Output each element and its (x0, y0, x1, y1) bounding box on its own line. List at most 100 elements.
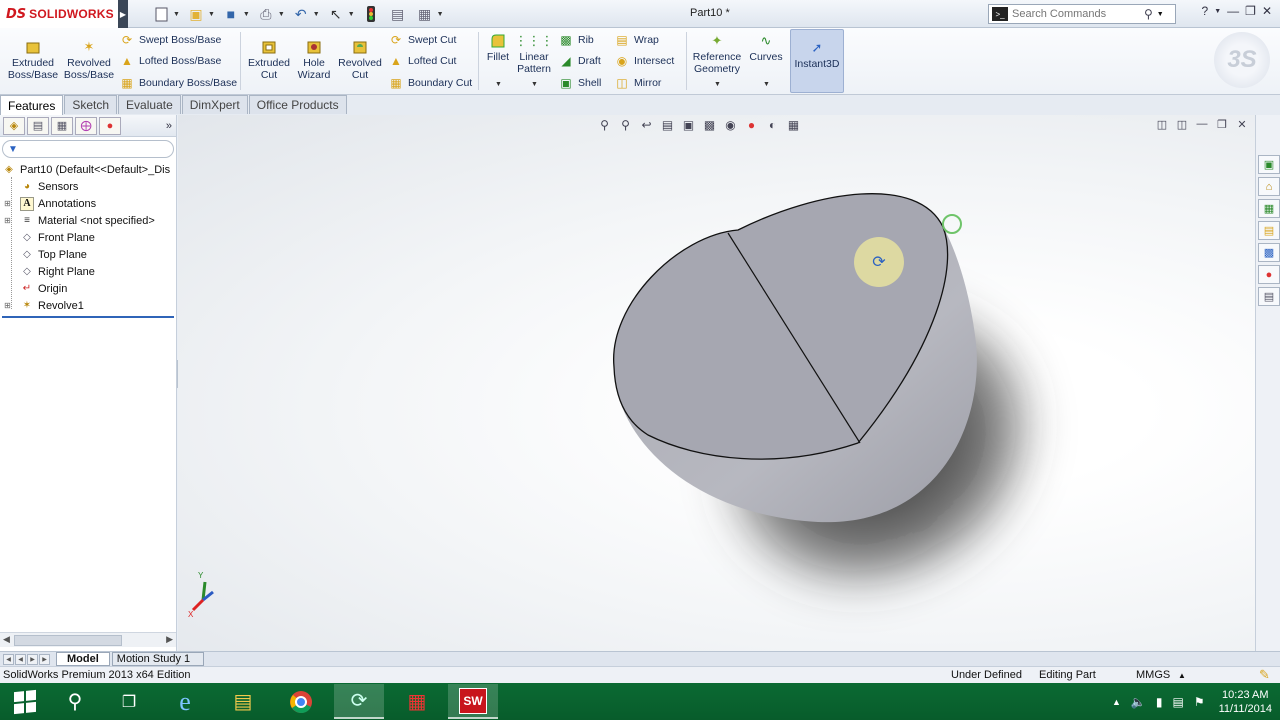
save-caret-icon[interactable]: ▼ (243, 11, 250, 18)
fillet-button[interactable]: Fillet (484, 33, 512, 63)
shell-button[interactable]: ▣ Shell (558, 74, 601, 92)
tree-root-part[interactable]: ◈ Part10 (Default<<Default>_Dis (0, 161, 176, 178)
search-caret-icon[interactable]: ▼ (1157, 11, 1164, 18)
scroll-right-arrow-icon[interactable]: ▶ (166, 634, 173, 645)
open-folder-icon[interactable]: ▣ (185, 4, 207, 24)
search-taskbar-icon[interactable]: ⚲ (50, 684, 100, 719)
chrome-icon[interactable] (276, 684, 326, 719)
curves-caret-icon[interactable]: ▼ (763, 81, 770, 88)
reference-geometry-caret-icon[interactable]: ▼ (714, 81, 721, 88)
action-center-flag-icon[interactable]: ⚑ (1194, 695, 1205, 709)
expand-icon[interactable]: ⊞ (4, 302, 11, 310)
extruded-cut-button[interactable]: Extruded Cut (244, 39, 294, 81)
show-hidden-icons-icon[interactable]: ▲ (1112, 697, 1121, 707)
select-pointer-icon[interactable]: ↖ (325, 4, 347, 24)
print-icon[interactable]: ⎙ (255, 4, 277, 24)
screen-recorder-icon[interactable]: ⟳ (334, 684, 384, 719)
tab-model[interactable]: Model (56, 652, 110, 666)
tree-item-front-plane[interactable]: ◇ Front Plane (0, 229, 176, 246)
graphics-area[interactable]: ⚲ ⚲ ↩ ▤ ▣ ▩ ◉ ● ◐ ▦ ◫ ◫ — ❐ ✕ ⟳ Y X (178, 115, 1255, 651)
minimize-icon[interactable]: — (1227, 4, 1239, 18)
save-icon[interactable]: ■ (220, 4, 242, 24)
first-tab-arrow-icon[interactable]: ◀ (3, 653, 14, 665)
display-manager-tab-icon[interactable]: ● (99, 116, 121, 135)
more-tabs-chevron-icon[interactable]: » (166, 120, 172, 132)
tab-dimxpert[interactable]: DimXpert (181, 95, 248, 114)
prev-tab-arrow-icon[interactable]: ◀ (15, 653, 26, 665)
solidworks-taskbar-icon[interactable]: SW (448, 684, 498, 719)
internet-explorer-icon[interactable]: e (160, 684, 210, 719)
tree-item-material[interactable]: ⊞ ≡ Material <not specified> (0, 212, 176, 229)
curves-button[interactable]: ∿ Curves (746, 33, 786, 63)
hole-wizard-button[interactable]: Hole Wizard (294, 39, 334, 81)
help-caret-icon[interactable]: ▼ (1214, 8, 1221, 15)
boundary-boss-button[interactable]: ▦ Boundary Boss/Base (119, 74, 237, 92)
swept-boss-button[interactable]: ⟳ Swept Boss/Base (119, 31, 221, 49)
new-caret-icon[interactable]: ▼ (173, 11, 180, 18)
tree-item-revolve1[interactable]: ⊞ ✶ Revolve1 (0, 297, 176, 314)
units-caret-icon[interactable]: ▲ (1178, 671, 1186, 680)
scroll-left-arrow-icon[interactable]: ◀ (3, 634, 10, 645)
restore-icon[interactable]: ❐ (1245, 4, 1256, 18)
volume-icon[interactable]: 🔈 (1131, 695, 1146, 709)
custom-properties-icon[interactable]: ▤ (1258, 287, 1280, 306)
task-view-icon[interactable]: ❐ (104, 684, 154, 719)
dimxpert-manager-tab-icon[interactable]: ⨁ (75, 116, 97, 135)
linear-pattern-button[interactable]: ⋮⋮⋮ Linear Pattern (514, 33, 554, 75)
next-tab-arrow-icon[interactable]: ▶ (27, 653, 38, 665)
search-commands-input[interactable] (1012, 8, 1144, 20)
rollback-bar[interactable] (2, 316, 174, 318)
file-explorer-taskbar-icon[interactable]: ▤ (218, 684, 268, 719)
app-launcher-icon[interactable]: ▦ (392, 684, 442, 719)
feature-manager-tab-icon[interactable]: ◈ (3, 116, 25, 135)
tree-item-right-plane[interactable]: ◇ Right Plane (0, 263, 176, 280)
options-icon[interactable]: ▦ (414, 4, 436, 24)
rebuild-traffic-light-icon[interactable] (360, 4, 382, 24)
windows-start-button[interactable] (0, 684, 50, 719)
unit-system-selector[interactable]: MMGS (1136, 669, 1170, 681)
lofted-cut-button[interactable]: ▲ Lofted Cut (388, 52, 456, 70)
tab-office-products[interactable]: Office Products (248, 95, 347, 114)
file-properties-icon[interactable]: ▤ (387, 4, 409, 24)
power-icon[interactable]: ▮ (1156, 695, 1163, 709)
fillet-caret-icon[interactable]: ▼ (495, 81, 502, 88)
property-manager-tab-icon[interactable]: ▤ (27, 116, 49, 135)
search-icon[interactable]: ⚲ (1144, 7, 1153, 21)
linear-pattern-caret-icon[interactable]: ▼ (531, 81, 538, 88)
undo-icon[interactable]: ↶ (290, 4, 312, 24)
options-caret-icon[interactable]: ▼ (437, 11, 444, 18)
tree-item-sensors[interactable]: ◕ Sensors (0, 178, 176, 195)
tab-features[interactable]: Features (0, 95, 64, 115)
reference-geometry-button[interactable]: ✦ Reference Geometry (690, 33, 744, 75)
tree-item-annotations[interactable]: ⊞ A Annotations (0, 195, 176, 212)
rib-button[interactable]: ▩ Rib (558, 31, 593, 49)
last-tab-arrow-icon[interactable]: ▶ (39, 653, 50, 665)
print-caret-icon[interactable]: ▼ (278, 11, 285, 18)
feature-manager-horizontal-scrollbar[interactable]: ◀ ▶ (0, 632, 176, 647)
design-library-icon[interactable]: ⌂ (1258, 177, 1280, 196)
scrollbar-thumb[interactable] (14, 635, 122, 646)
open-caret-icon[interactable]: ▼ (208, 11, 215, 18)
view-palette-folder-icon[interactable]: ▤ (1258, 221, 1280, 240)
appearances-icon[interactable]: ● (1258, 265, 1280, 284)
wrap-button[interactable]: ▤ Wrap (614, 31, 659, 49)
file-explorer-icon[interactable]: ▦ (1258, 199, 1280, 218)
swept-cut-button[interactable]: ⟳ Swept Cut (388, 31, 456, 49)
view-palette-icon[interactable]: ▩ (1258, 243, 1280, 262)
tree-item-top-plane[interactable]: ◇ Top Plane (0, 246, 176, 263)
tree-item-origin[interactable]: ↵ Origin (0, 280, 176, 297)
taskbar-clock[interactable]: 10:23 AM 11/11/2014 (1219, 688, 1272, 716)
tab-sketch[interactable]: Sketch (64, 95, 118, 114)
solidworks-logo[interactable]: DS SOLIDWORKS (0, 0, 118, 28)
boundary-cut-button[interactable]: ▦ Boundary Cut (388, 74, 472, 92)
instant3d-button[interactable]: ➚ Instant3D (790, 29, 844, 93)
mirror-button[interactable]: ◫ Mirror (614, 74, 661, 92)
select-caret-icon[interactable]: ▼ (348, 11, 355, 18)
new-document-icon[interactable] (150, 4, 172, 24)
intersect-button[interactable]: ◉ Intersect (614, 52, 675, 70)
tools-status-icon[interactable]: ✎ (1259, 667, 1270, 683)
configuration-manager-tab-icon[interactable]: ▦ (51, 116, 73, 135)
help-icon[interactable]: ? (1202, 4, 1209, 18)
menu-expand-arrow-icon[interactable]: ▶ (118, 0, 128, 28)
undo-caret-icon[interactable]: ▼ (313, 11, 320, 18)
